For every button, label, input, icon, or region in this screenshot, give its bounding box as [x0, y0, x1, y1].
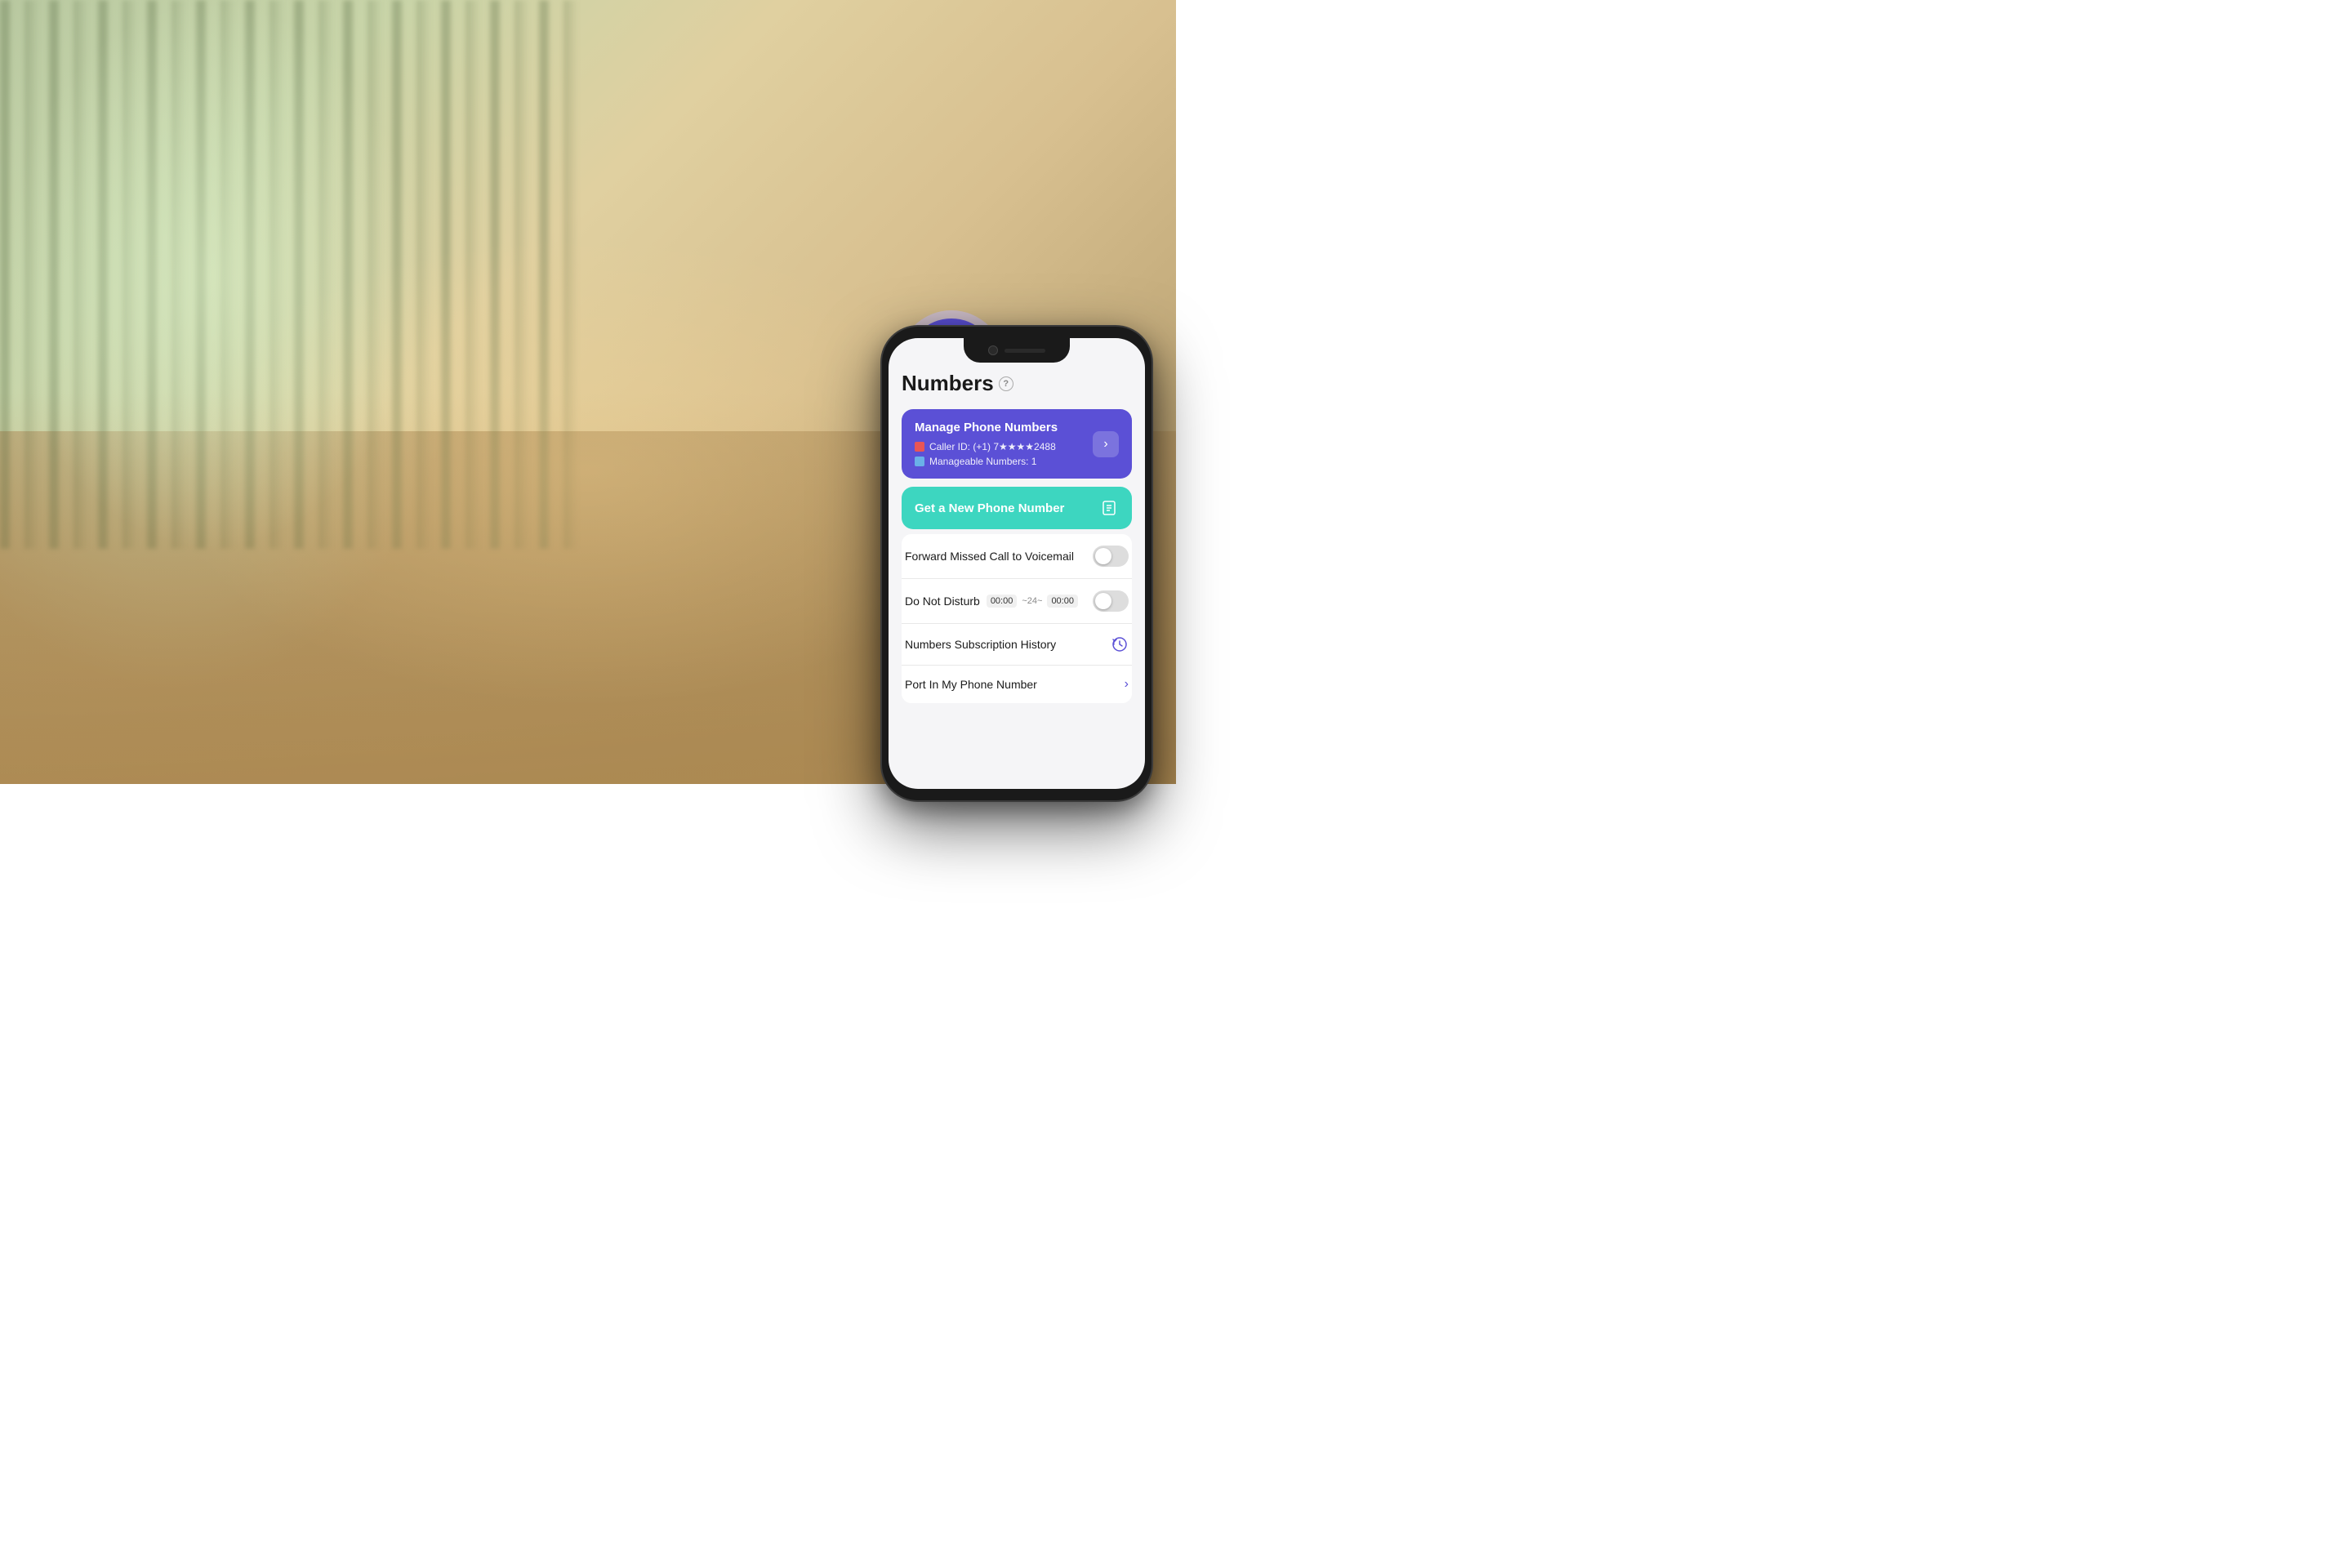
get-new-number-row[interactable]: Get a New Phone Number — [902, 487, 1132, 529]
dnd-start-time: 00:00 — [987, 595, 1018, 608]
new-number-label: Get a New Phone Number — [915, 501, 1064, 515]
dnd-left: Do Not Disturb 00:00 ~24~ 00:00 — [905, 595, 1078, 608]
dnd-label: Do Not Disturb — [905, 595, 980, 608]
caller-id-text: Caller ID: (+1) 7★★★★2488 — [929, 441, 1056, 452]
forward-voicemail-label: Forward Missed Call to Voicemail — [905, 550, 1074, 563]
dnd-times: 00:00 ~24~ 00:00 — [987, 595, 1078, 608]
manageable-dot — [915, 457, 924, 466]
dnd-end-time: 00:00 — [1047, 595, 1078, 608]
forward-voicemail-toggle[interactable] — [1093, 546, 1129, 567]
help-button[interactable]: ? — [999, 376, 1013, 391]
page-title: Numbers — [902, 371, 994, 396]
manageable-row: Manageable Numbers: 1 — [915, 456, 1093, 467]
port-number-label: Port In My Phone Number — [905, 678, 1037, 691]
port-number-row[interactable]: Port In My Phone Number › — [902, 666, 1132, 703]
dnd-separator: ~24~ — [1020, 596, 1044, 606]
manage-card-title: Manage Phone Numbers — [915, 421, 1093, 434]
port-arrow-icon: › — [1125, 677, 1129, 692]
subscription-history-label: Numbers Subscription History — [905, 638, 1056, 651]
history-icon — [1111, 635, 1129, 653]
front-camera — [988, 345, 998, 355]
new-number-icon — [1099, 498, 1119, 518]
forward-voicemail-row[interactable]: Forward Missed Call to Voicemail — [902, 534, 1132, 579]
phone-frame: Numbers ? Manage Phone Numbers Caller ID… — [882, 327, 1152, 800]
caller-id-dot — [915, 442, 924, 452]
screen-content: Numbers ? Manage Phone Numbers Caller ID… — [889, 338, 1145, 789]
do-not-disturb-row[interactable]: Do Not Disturb 00:00 ~24~ 00:00 — [902, 579, 1132, 624]
phone-notch — [964, 338, 1070, 363]
menu-rows-container: Forward Missed Call to Voicemail Do Not … — [902, 534, 1132, 703]
caller-id-row: Caller ID: (+1) 7★★★★2488 — [915, 441, 1093, 452]
dnd-toggle-knob — [1095, 593, 1111, 609]
phone-mockup: Numbers ? Manage Phone Numbers Caller ID… — [882, 327, 1152, 800]
manage-phone-numbers-card[interactable]: Manage Phone Numbers Caller ID: (+1) 7★★… — [902, 409, 1132, 479]
manage-card-arrow[interactable]: › — [1093, 431, 1119, 457]
manageable-text: Manageable Numbers: 1 — [929, 456, 1036, 467]
speaker-grille — [1004, 349, 1045, 353]
phone-screen: Numbers ? Manage Phone Numbers Caller ID… — [889, 338, 1145, 789]
manage-card-content: Manage Phone Numbers Caller ID: (+1) 7★★… — [915, 421, 1093, 467]
toggle-knob — [1095, 548, 1111, 564]
dnd-toggle[interactable] — [1093, 590, 1129, 612]
subscription-history-row[interactable]: Numbers Subscription History — [902, 624, 1132, 666]
screen-header: Numbers ? — [902, 371, 1132, 396]
